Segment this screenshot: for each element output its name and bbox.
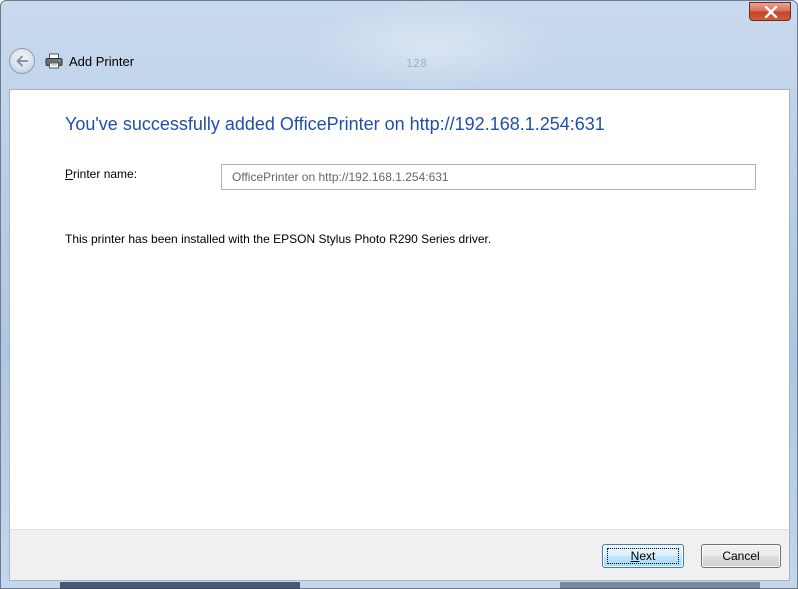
navigation-bar: Add Printer <box>9 45 134 77</box>
taskbar-shadow-left <box>60 582 300 589</box>
add-printer-window: 128 Add Printer You've successfully adde… <box>0 0 798 589</box>
success-headline: You've successfully added OfficePrinter … <box>65 114 605 134</box>
cancel-button[interactable]: Cancel <box>701 544 781 568</box>
title-bar-glass <box>301 1 561 91</box>
taskbar-shadow-right <box>560 582 760 589</box>
next-button-focus-rect <box>607 548 679 564</box>
printer-icon <box>45 53 63 69</box>
printer-name-label-mnemonic: P <box>65 167 74 181</box>
wizard-content: You've successfully added OfficePrinter … <box>9 89 790 529</box>
driver-message: This printer has been installed with the… <box>65 232 492 246</box>
printer-name-label: Printer name: <box>65 167 137 181</box>
window-title: Add Printer <box>69 53 135 69</box>
printer-name-field[interactable]: OfficePrinter on http://192.168.1.254:63… <box>221 164 756 190</box>
wizard-footer: Next Cancel <box>9 529 790 581</box>
next-button[interactable]: Next <box>602 544 684 568</box>
close-button[interactable] <box>749 2 791 21</box>
back-arrow-icon <box>16 55 28 67</box>
title-bar-background-text: 128 <box>406 57 427 70</box>
back-button[interactable] <box>9 48 35 74</box>
desktop: 128 Add Printer You've successfully adde… <box>0 0 798 589</box>
printer-name-label-text: rinter name: <box>73 167 138 181</box>
close-icon <box>764 6 778 18</box>
